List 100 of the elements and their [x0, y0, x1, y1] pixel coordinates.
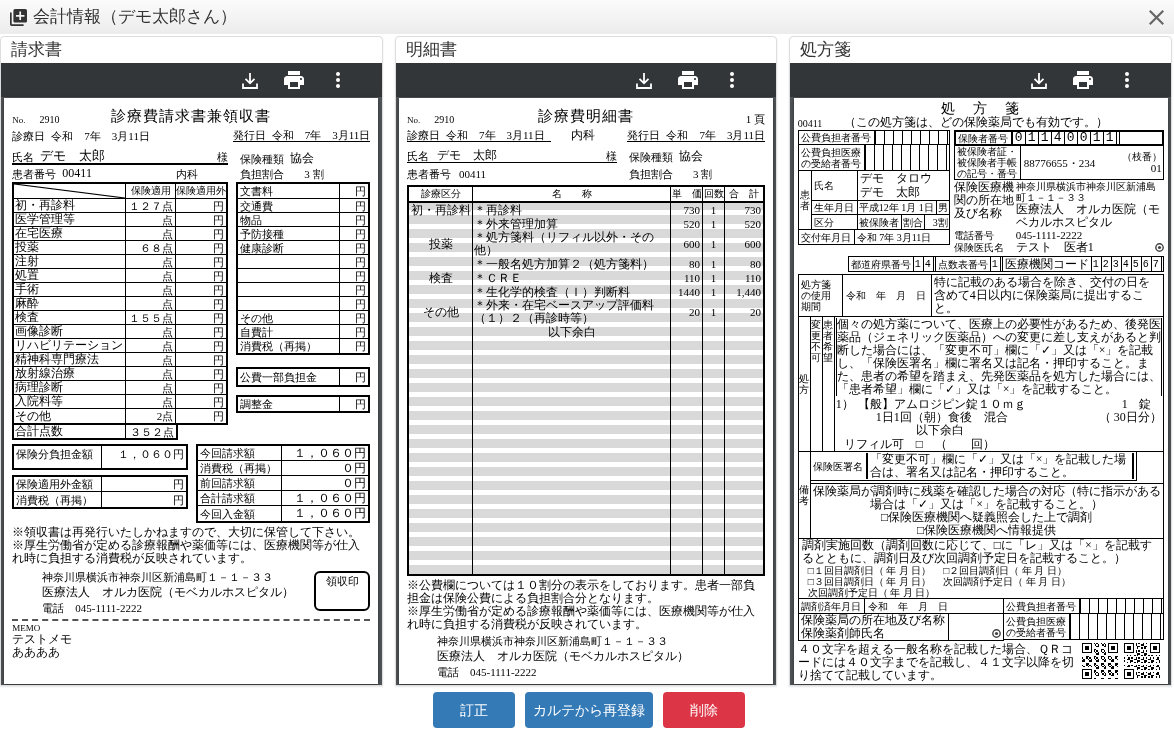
field-value: 令和 年 月 日 — [844, 289, 927, 303]
item-number: 1） — [835, 398, 855, 411]
table-cell: 健康診断 — [238, 241, 341, 254]
patient-name: デモ 太郎 — [40, 148, 106, 163]
table-cell: 合計点数 — [14, 425, 127, 438]
table-cell: 保険者番号 — [955, 132, 1012, 144]
panel-title: 処方箋 — [800, 40, 852, 60]
table-cell: 520 — [671, 217, 703, 231]
table-cell-text: 円 — [212, 269, 226, 282]
section-label: 処方 — [799, 373, 810, 395]
table-cell: ＊一般名処方加算２（処方箋料） — [473, 257, 671, 271]
stamp-label: 領収印 — [325, 575, 359, 589]
qr-code-icon — [1123, 643, 1160, 679]
table-cell: 初・再診料 — [409, 203, 473, 217]
table-cell: 投薬 — [409, 231, 473, 257]
checkbox-option: □保険医療機関へ情報提供 — [917, 524, 1057, 537]
table-cell: 注射 — [14, 255, 127, 268]
column-header: 合 計 — [728, 187, 760, 201]
drug-unit: 錠 — [1137, 398, 1152, 411]
table-cell-text: 円 — [212, 297, 226, 310]
table-cell: ＊生化学的検査（Ｉ）判断料 — [473, 285, 671, 299]
table-cell: 処方箋の使用期間 — [798, 275, 843, 316]
download-icon — [636, 71, 653, 89]
field-value: 平成12年 1月 1日 — [857, 201, 935, 214]
table-cell-text: 円 — [212, 395, 226, 408]
column-header: 回数 — [703, 187, 725, 201]
table-cell: 調整金 — [238, 397, 341, 411]
card-number: 88776655・234 — [1022, 155, 1097, 171]
number-label: No. — [12, 115, 26, 125]
delete-button[interactable]: 削除 — [663, 692, 745, 728]
table-cell: 精神科専門療法 — [14, 353, 127, 366]
table-cell: 点 — [126, 227, 177, 240]
table-cell: 被保険者証・被保険者手帳の記号・番号 — [954, 146, 1021, 179]
table-cell: 点 — [126, 283, 177, 296]
field-label: 患者番号 — [12, 168, 57, 180]
instruction-note: 調剤実施回数（調剤回数に応じて、□に「レ」又は「×」を記載するとともに、調剤日及び次回調剤予定日を記載すること。） — [801, 539, 1153, 565]
table-cell-text: 110 — [743, 271, 762, 285]
table-cell: 病理診断 — [14, 381, 127, 394]
table-cell: 保険分負担金額 — [14, 446, 103, 468]
table-cell: リハビリテーション — [14, 339, 127, 352]
field-label: 保険薬局の所在地及び名称 — [800, 614, 946, 627]
field-label: 患者番号 — [407, 168, 451, 180]
correct-button[interactable]: 訂正 — [433, 692, 515, 728]
table-cell-text: 円 — [212, 199, 226, 212]
table-cell-text: 円 — [354, 283, 368, 296]
table-cell: 画像診断 — [14, 325, 127, 338]
table-cell-text: 円 — [212, 255, 226, 268]
table-cell: その他 — [14, 409, 127, 423]
clinic-address: 神奈川県横浜市神奈川区新浦島町１－１－３３ — [42, 571, 275, 583]
document-title: 処 方 箋 — [940, 101, 1021, 116]
table-cell: 前回請求額 — [198, 476, 283, 490]
column-header: 保険適用 — [126, 184, 177, 198]
department: 内科 — [571, 128, 595, 142]
instruction-note: 特に記載のある場合を除き、交付の日を含めて4日以内に保険薬局に提出すること。 — [930, 275, 1163, 316]
field-label: 保険医署名 — [812, 460, 863, 472]
instruction-note: 保険薬局が調剤時に残薬を確認した場合の対応（特に指示がある場合は「✓」又は「×」を記載すること。） — [811, 485, 1162, 511]
dispense-date-field: □３回目調剤日（ 年 月 日） — [807, 576, 932, 587]
table-cell: 点 — [126, 381, 177, 394]
table-cell: 区分 — [811, 215, 858, 229]
number-label: No. — [407, 115, 421, 125]
table-cell: その他 — [409, 299, 473, 325]
table-cell-text: ０円 — [341, 461, 368, 475]
field-label: 保険種類 — [240, 153, 285, 165]
table-cell-text: 円 — [212, 241, 226, 254]
table-cell: 点 — [126, 255, 177, 268]
field-label: 電話番号 — [953, 230, 995, 241]
table-cell: 1440 — [671, 285, 703, 299]
add-library-icon — [10, 8, 27, 26]
more-icon — [1125, 72, 1129, 88]
document-subtitle: （この処方箋は、どの保険薬局でも有効です。） — [844, 116, 1109, 129]
reregister-button[interactable]: カルテから再登録 — [525, 692, 653, 728]
field-label: （枝番） — [1121, 151, 1162, 162]
table-cell-text: 円 — [354, 325, 368, 338]
column-header: 患者希望 — [823, 319, 834, 365]
table-cell: 入院料等 — [14, 395, 127, 408]
dosage-instructions: 1日1回（朝）食後 混合 — [875, 411, 1009, 424]
table-cell: 80 — [671, 257, 703, 271]
field-label: 発行日 — [232, 129, 266, 141]
patient-number: 00411 — [797, 118, 823, 129]
dispense-date-field: 次回調剤予定日（ 年 月 日） — [943, 576, 1071, 587]
table-cell-text: 円 — [354, 269, 368, 282]
drug-name: 【般】アムロジピン錠１０ｍｇ — [857, 398, 1027, 411]
clinic-phone: 045-1111-2222 — [1015, 229, 1083, 241]
field-label: 発行日 — [627, 129, 661, 141]
instruction-note: 「変更不可」欄に「✓」又は「×」を記載した場合は、署名又は記名・押印すること。 — [865, 453, 1134, 479]
document-number: 2910 — [39, 114, 60, 125]
column-header: 単 価 — [671, 187, 703, 201]
field-value: 令和 7年 3月11日 — [666, 129, 765, 141]
table-cell-text: １，０６０円 — [293, 491, 368, 505]
qr-code-icon — [1081, 643, 1118, 679]
table-cell: 1 — [703, 203, 725, 217]
table-cell-text: 医療機関コード — [1003, 257, 1090, 271]
memo-text: テストメモ — [12, 633, 74, 646]
footnote: ※領収書は再発行いたしかねますので、大切に保管して下さい。 — [12, 526, 362, 539]
table-cell-text: ３５２点 — [129, 425, 176, 438]
table-cell-text: １，０６０円 — [117, 447, 186, 462]
table-cell-text: 円 — [354, 227, 368, 240]
table-cell-text: １，０６０円 — [293, 506, 368, 521]
more-icon — [730, 72, 735, 88]
footnote: ※厚生労働省が定める診療報酬や薬価等には、医療機関等が仕入れ時に負担する消費税が反映されています。 — [407, 605, 756, 631]
